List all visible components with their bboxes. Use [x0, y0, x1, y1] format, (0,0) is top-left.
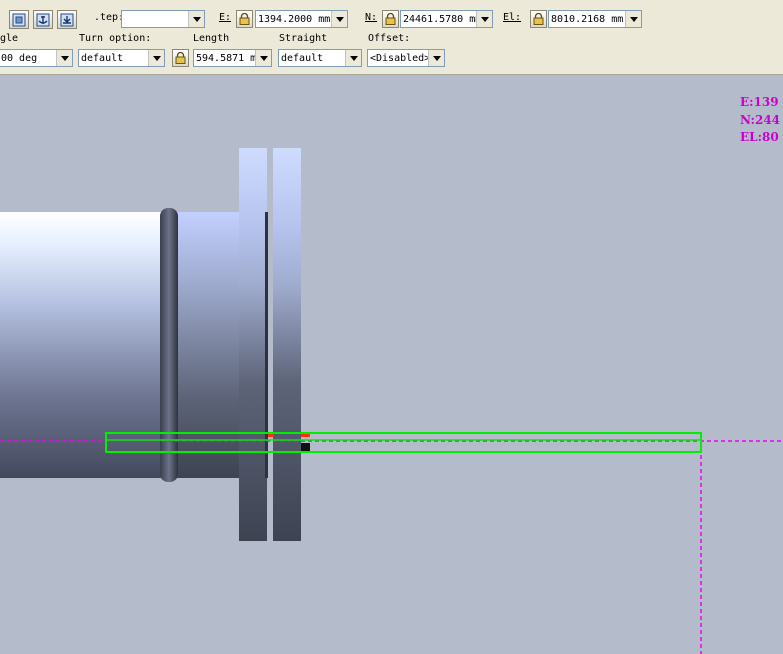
route-toolbar: .tep: E: 1394.2000 mm N: 24461.5780 mm E…	[0, 0, 783, 75]
offset-value: <Disabled>	[370, 52, 428, 64]
view-anchor-button[interactable]	[33, 10, 53, 29]
e-coordinate-combo[interactable]: 1394.2000 mm	[255, 10, 348, 28]
flange-plate-1[interactable]	[239, 148, 267, 541]
el-value: 8010.2168 mm	[551, 13, 624, 25]
flange-plate-2[interactable]	[273, 148, 301, 541]
view-bottom-button[interactable]	[57, 10, 77, 29]
view-iso-icon	[12, 13, 26, 26]
chevron-down-icon[interactable]	[625, 11, 641, 27]
chevron-down-icon[interactable]	[476, 11, 492, 27]
length-combo[interactable]: 594.5871 mm	[193, 49, 272, 67]
length-lock-button[interactable]	[172, 49, 189, 67]
angle-value: 00 deg	[1, 52, 38, 64]
el-lock-button[interactable]	[530, 10, 547, 28]
el-label: El:	[503, 12, 522, 23]
length-value: 594.5871 mm	[196, 52, 255, 64]
angle-combo[interactable]: 00 deg	[0, 49, 73, 67]
view-anchor-icon	[36, 13, 50, 26]
chevron-down-icon[interactable]	[255, 50, 271, 66]
n-coordinate-combo[interactable]: 24461.5780 mm	[400, 10, 493, 28]
lock-icon	[385, 13, 396, 25]
chevron-down-icon[interactable]	[148, 50, 164, 66]
marker-3	[301, 443, 310, 451]
pipe-body[interactable]	[0, 212, 165, 478]
pipe-model[interactable]	[0, 75, 783, 654]
angle-label: gle	[0, 33, 19, 44]
step-label: .tep:	[94, 12, 125, 23]
lock-icon	[533, 13, 544, 25]
lock-icon	[175, 52, 186, 64]
chevron-down-icon[interactable]	[428, 50, 444, 66]
straight-combo[interactable]: default	[278, 49, 362, 67]
straight-label: Straight	[279, 33, 328, 44]
el-coordinate-combo[interactable]: 8010.2168 mm	[548, 10, 642, 28]
e-lock-button[interactable]	[236, 10, 253, 28]
marker-2	[301, 434, 310, 437]
chevron-down-icon[interactable]	[345, 50, 361, 66]
coord-e-readout: E:139	[740, 95, 779, 109]
n-label: N:	[365, 12, 378, 23]
flange-gap	[265, 212, 268, 478]
straight-value: default	[281, 52, 324, 64]
turn-option-combo[interactable]: default	[78, 49, 165, 67]
e-label: E:	[219, 12, 232, 23]
n-lock-button[interactable]	[382, 10, 399, 28]
chevron-down-icon[interactable]	[331, 11, 347, 27]
step-combo[interactable]	[121, 10, 205, 28]
flange-hub[interactable]	[175, 212, 243, 478]
view-bottom-icon	[60, 13, 74, 26]
offset-label: Offset:	[368, 33, 411, 44]
e-value: 1394.2000 mm	[258, 13, 331, 25]
lock-icon	[239, 13, 250, 25]
graphics-viewport[interactable]: E:139 N:244 EL:80	[0, 75, 783, 654]
offset-combo[interactable]: <Disabled>	[367, 49, 445, 67]
turn-option-value: default	[81, 52, 124, 64]
coord-el-readout: EL:80	[740, 130, 779, 144]
view-iso-button[interactable]	[9, 10, 29, 29]
coord-n-readout: N:244	[740, 113, 781, 127]
length-label: Length	[193, 33, 230, 44]
turn-option-label: Turn option:	[79, 33, 152, 44]
n-value: 24461.5780 mm	[403, 13, 476, 25]
marker-1	[268, 434, 274, 437]
chevron-down-icon[interactable]	[188, 11, 204, 27]
chevron-down-icon[interactable]	[56, 50, 72, 66]
